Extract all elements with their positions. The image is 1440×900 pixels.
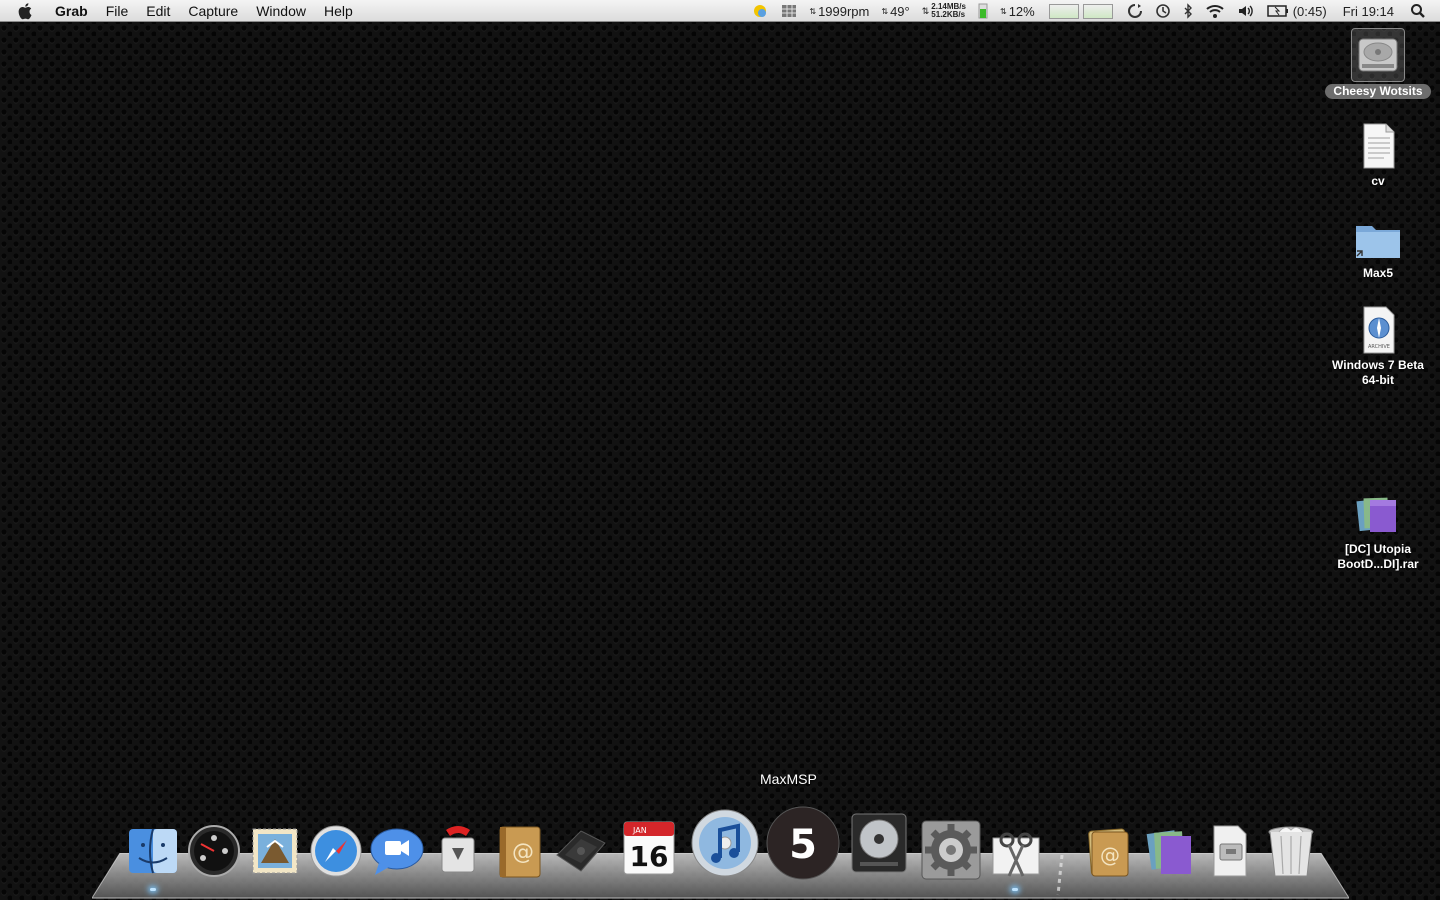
- dock-ichat[interactable]: [366, 820, 428, 882]
- cv-label: cv: [1371, 174, 1385, 188]
- menu-file[interactable]: File: [106, 3, 129, 19]
- dock-transmit[interactable]: [427, 820, 489, 882]
- wifi-icon[interactable]: [1205, 3, 1225, 19]
- dock-tooltip: MaxMSP: [760, 771, 817, 787]
- dock-safari[interactable]: [305, 820, 367, 882]
- dock-trash[interactable]: [1260, 820, 1322, 882]
- desktop-icon-hard-drive[interactable]: Cheesy Wotsits: [1318, 28, 1438, 100]
- bluetooth-icon[interactable]: [1183, 3, 1193, 19]
- document-icon: [1352, 120, 1404, 172]
- windows7-label-line2: 64-bit: [1361, 373, 1394, 387]
- cpu-value: 12%: [1008, 3, 1035, 19]
- windows7-label: Windows 7 Beta 64-bit: [1332, 358, 1424, 388]
- address-book-icon: @: [499, 826, 541, 878]
- desktop-icon-max5[interactable]: Max5: [1318, 212, 1438, 282]
- dock-itunes[interactable]: [690, 808, 760, 878]
- net-down-value: 51.2KB/s: [931, 10, 966, 19]
- apple-menu-icon[interactable]: [16, 1, 36, 21]
- dock-logic[interactable]: [846, 810, 912, 876]
- hard-drive-label: Cheesy Wotsits: [1325, 84, 1431, 99]
- spotlight-icon[interactable]: [1410, 3, 1426, 19]
- desktop-icon-rar[interactable]: [DC] Utopia BootD...DI].rar: [1318, 488, 1438, 573]
- finder-icon: [129, 828, 177, 874]
- menu-app-name[interactable]: Grab: [55, 3, 88, 19]
- rar-label-line1: [DC] Utopia: [1345, 542, 1411, 556]
- grid-menu-icon[interactable]: [781, 4, 797, 18]
- memory-bar-icon[interactable]: [978, 3, 988, 19]
- dock-address-book[interactable]: @: [488, 820, 550, 882]
- calendar-day: 16: [630, 840, 669, 873]
- dock-stack-downloads[interactable]: [1199, 820, 1261, 882]
- dock-system-preferences[interactable]: [919, 818, 983, 882]
- temperature-status[interactable]: ⇅ 49°: [881, 4, 909, 19]
- gear-icon: [921, 820, 981, 880]
- menu-edit[interactable]: Edit: [146, 3, 170, 19]
- safari-compass-icon: [310, 825, 362, 877]
- hard-drive-icon: [1351, 28, 1405, 82]
- itunes-cd-icon: [691, 809, 759, 877]
- sync-icon[interactable]: [1127, 3, 1143, 19]
- menu-help[interactable]: Help: [324, 3, 353, 19]
- network-status[interactable]: ⇅ 2.14MB/s 51.2KB/s: [922, 3, 966, 19]
- rar-archive-icon: [1352, 488, 1404, 540]
- logic-disc-icon: [851, 813, 907, 873]
- dock-maxmsp[interactable]: 5: [766, 806, 840, 880]
- desktop-icon-cv[interactable]: cv: [1318, 120, 1438, 190]
- desktop-icon-windows7[interactable]: ARCHIVE Windows 7 Beta 64-bit: [1318, 304, 1438, 389]
- address-book-stack-icon: @: [1088, 828, 1129, 877]
- time-machine-icon[interactable]: [1155, 3, 1171, 19]
- mail-stamp-icon: [252, 828, 298, 874]
- trash-icon: [1268, 826, 1314, 877]
- rar-label: [DC] Utopia BootD...DI].rar: [1337, 542, 1418, 572]
- archive-icon: ARCHIVE: [1352, 304, 1404, 356]
- calendar-month: JAN: [632, 826, 647, 835]
- svg-text:@: @: [512, 840, 534, 865]
- archive-badge: ARCHIVE: [1368, 344, 1390, 350]
- dock-ical[interactable]: JAN 16: [618, 816, 680, 878]
- status-menus: ⇅ 1999rpm ⇅ 49° ⇅ 2.14MB/s 51.2KB/s ⇅ 12% (0…: [745, 0, 1440, 22]
- temperature-value: 49°: [890, 3, 910, 19]
- max5-label: Max5: [1362, 266, 1394, 280]
- dock-sega[interactable]: [549, 820, 611, 882]
- downloads-stack-icon: [1213, 825, 1247, 877]
- sega-console-icon: [556, 830, 606, 872]
- clock[interactable]: Fri 19:14: [1343, 4, 1394, 19]
- menu-bar: Grab File Edit Capture Window Help ⇅ 1999…: [0, 0, 1440, 22]
- fan-speed-status[interactable]: ⇅ 1999rpm: [809, 4, 869, 19]
- dock-mail[interactable]: [244, 820, 306, 882]
- svg-text:@: @: [1100, 843, 1120, 867]
- dock-grab[interactable]: [985, 822, 1047, 884]
- menu-capture[interactable]: Capture: [188, 3, 238, 19]
- menu-window[interactable]: Window: [256, 3, 306, 19]
- dock-stack-address-book[interactable]: @: [1077, 820, 1139, 882]
- windows7-label-line1: Windows 7 Beta: [1332, 358, 1424, 372]
- maxmsp-icon: 5: [766, 806, 840, 880]
- cpu-graph-icon[interactable]: [1047, 3, 1115, 19]
- volume-icon[interactable]: [1237, 3, 1255, 19]
- dashboard-icon: [188, 825, 240, 877]
- dock-stack-documents[interactable]: [1138, 820, 1200, 882]
- ichat-bubble-icon: [370, 828, 424, 875]
- calendar-icon: JAN 16: [623, 821, 675, 875]
- cpu-status[interactable]: ⇅ 12%: [1000, 4, 1035, 19]
- transmit-truck-icon: [441, 826, 475, 873]
- maxmsp-glyph: 5: [789, 822, 817, 868]
- scissors-icon: [992, 832, 1040, 877]
- rar-label-line2: BootD...DI].rar: [1337, 557, 1419, 571]
- fan-speed-value: 1999rpm: [818, 3, 870, 19]
- battery-time: (0:45): [1292, 3, 1327, 19]
- documents-stack-icon: [1146, 830, 1191, 874]
- dock-dashboard[interactable]: [183, 820, 245, 882]
- battery-status[interactable]: (0:45): [1266, 3, 1327, 19]
- weather-icon[interactable]: [751, 3, 769, 19]
- folder-alias-icon: [1352, 212, 1404, 264]
- dock-finder[interactable]: [122, 820, 184, 882]
